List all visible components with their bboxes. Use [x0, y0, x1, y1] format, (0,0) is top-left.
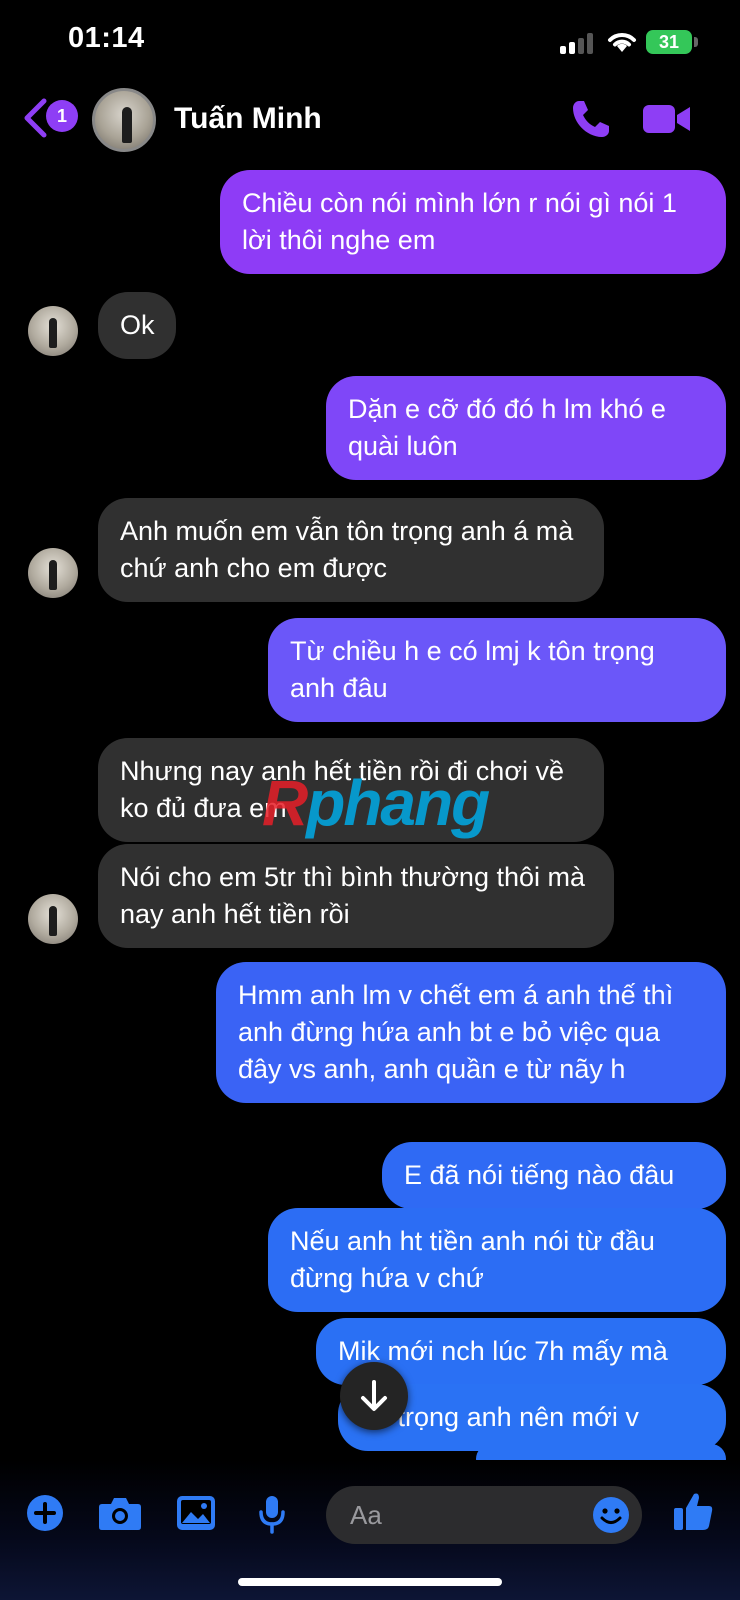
outgoing-message[interactable]: Hmm anh lm v chết em á anh thế thì anh đ… [216, 962, 726, 1103]
status-time: 01:14 [68, 22, 145, 54]
message-composer [0, 1460, 740, 1600]
call-icon[interactable] [570, 98, 612, 140]
video-call-icon[interactable] [642, 100, 692, 138]
status-bar: 01:14 31 [0, 0, 740, 80]
home-indicator [238, 1578, 502, 1586]
sender-avatar[interactable] [28, 894, 78, 944]
camera-icon[interactable] [98, 1494, 142, 1532]
sender-avatar[interactable] [28, 548, 78, 598]
scroll-to-bottom-button[interactable] [340, 1362, 408, 1430]
sender-avatar[interactable] [28, 306, 78, 356]
message-input[interactable] [350, 1498, 570, 1532]
watermark-letter: R [262, 767, 308, 839]
arrow-down-icon [361, 1380, 387, 1411]
unread-badge[interactable]: 1 [46, 100, 78, 132]
outgoing-message[interactable]: Nếu anh ht tiền anh nói từ đầu đừng hứa … [268, 1208, 726, 1312]
contact-avatar[interactable] [92, 88, 156, 152]
microphone-icon[interactable] [256, 1494, 288, 1534]
incoming-message[interactable]: Nói cho em 5tr thì bình thường thôi mà n… [98, 844, 614, 948]
outgoing-message[interactable]: Chiều còn nói mình lớn r nói gì nói 1 lờ… [220, 170, 726, 274]
wifi-icon [608, 33, 636, 52]
conversation-header: 1 Tuấn Minh [0, 80, 740, 162]
battery-indicator: 31 [646, 30, 692, 54]
incoming-message[interactable]: Anh muốn em vẫn tôn trọng anh á mà chứ a… [98, 498, 604, 602]
message-input-box[interactable] [326, 1486, 642, 1544]
watermark-text: phang [306, 767, 490, 839]
back-chevron-icon[interactable] [22, 98, 48, 138]
outgoing-message[interactable]: Từ chiều h e có lmj k tôn trọng anh đâu [268, 618, 726, 722]
thumbs-up-icon[interactable] [672, 1490, 714, 1532]
watermark-logo: Rphang [262, 766, 490, 840]
outgoing-message[interactable]: E đã nói tiếng nào đâu [382, 1142, 726, 1209]
battery-tip [694, 37, 698, 47]
outgoing-message[interactable]: Dặn e cỡ đó đó h lm khó e quài luôn [326, 376, 726, 480]
gallery-icon[interactable] [176, 1494, 216, 1532]
plus-icon[interactable] [26, 1494, 64, 1532]
emoji-icon[interactable] [592, 1496, 630, 1534]
signal-strength-icon [560, 32, 596, 54]
incoming-message[interactable]: Ok [98, 292, 176, 359]
contact-name[interactable]: Tuấn Minh [174, 102, 322, 136]
